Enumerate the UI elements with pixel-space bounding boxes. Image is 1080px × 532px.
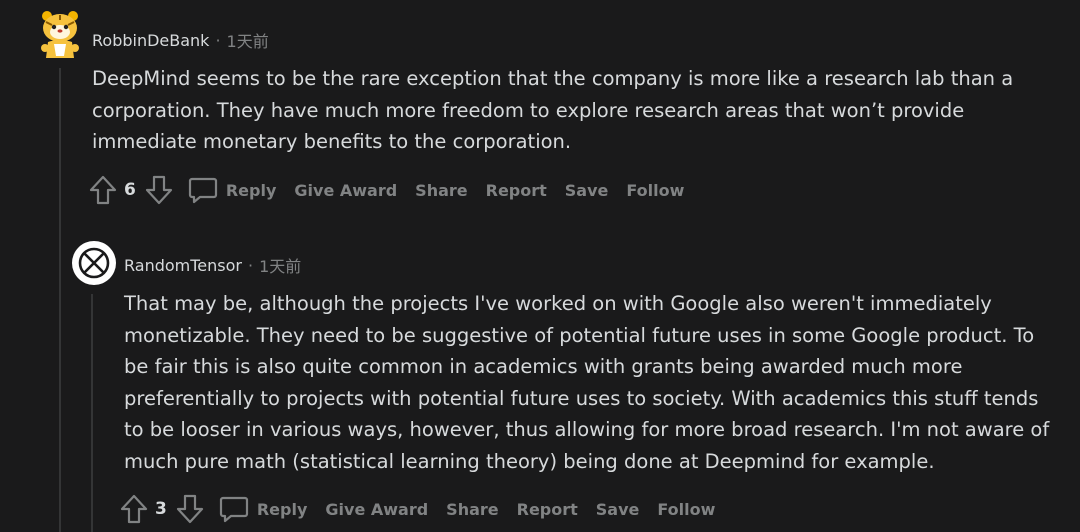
share-button[interactable]: Share — [446, 500, 498, 519]
username[interactable]: RobbinDeBank — [92, 31, 209, 50]
downvote-arrow-icon[interactable] — [175, 493, 205, 525]
reply-label: Reply — [256, 499, 308, 519]
comment-meta: RobbinDeBank · 1天前 — [92, 28, 269, 52]
meta-separator: · — [247, 255, 254, 275]
reply-button[interactable]: Reply — [188, 175, 277, 205]
meta-separator: · — [215, 30, 221, 50]
follow-button[interactable]: Follow — [657, 500, 715, 519]
vote-count: 3 — [155, 499, 167, 519]
comment-actions: 3 Reply Give Award Share Report Save Fol… — [119, 492, 733, 526]
comment-body: DeepMind seems to be the rare exception … — [92, 63, 1052, 158]
comment-actions: 6 Reply Give Award Share Report Save Fol… — [88, 173, 702, 207]
report-button[interactable]: Report — [486, 181, 547, 200]
timestamp[interactable]: 1天前 — [227, 28, 269, 52]
give-award-button[interactable]: Give Award — [325, 500, 428, 519]
save-button[interactable]: Save — [596, 500, 640, 519]
comment-body: That may be, although the projects I've … — [124, 288, 1064, 477]
speech-bubble-icon — [188, 175, 218, 205]
give-award-button[interactable]: Give Award — [294, 181, 397, 200]
reply-button[interactable]: Reply — [219, 494, 308, 524]
vote-count: 6 — [124, 180, 136, 200]
share-button[interactable]: Share — [415, 181, 467, 200]
snoo-avatar-icon[interactable] — [38, 8, 82, 58]
reply-label: Reply — [225, 180, 277, 200]
save-button[interactable]: Save — [565, 181, 609, 200]
thread-line-nested[interactable] — [91, 294, 93, 532]
comment-meta: RandomTensor · 1天前 — [124, 253, 301, 277]
upvote-arrow-icon[interactable] — [119, 493, 149, 525]
timestamp[interactable]: 1天前 — [259, 253, 301, 277]
speech-bubble-icon — [219, 494, 249, 524]
downvote-arrow-icon[interactable] — [144, 174, 174, 206]
thread-line[interactable] — [59, 68, 61, 532]
report-button[interactable]: Report — [517, 500, 578, 519]
comment-paragraph: That may be, although the projects I've … — [124, 292, 1050, 473]
upvote-arrow-icon[interactable] — [88, 174, 118, 206]
x-circle-avatar-icon[interactable] — [72, 241, 116, 285]
comment-paragraph: DeepMind seems to be the rare exception … — [92, 67, 1014, 153]
username[interactable]: RandomTensor — [124, 256, 242, 275]
follow-button[interactable]: Follow — [626, 181, 684, 200]
